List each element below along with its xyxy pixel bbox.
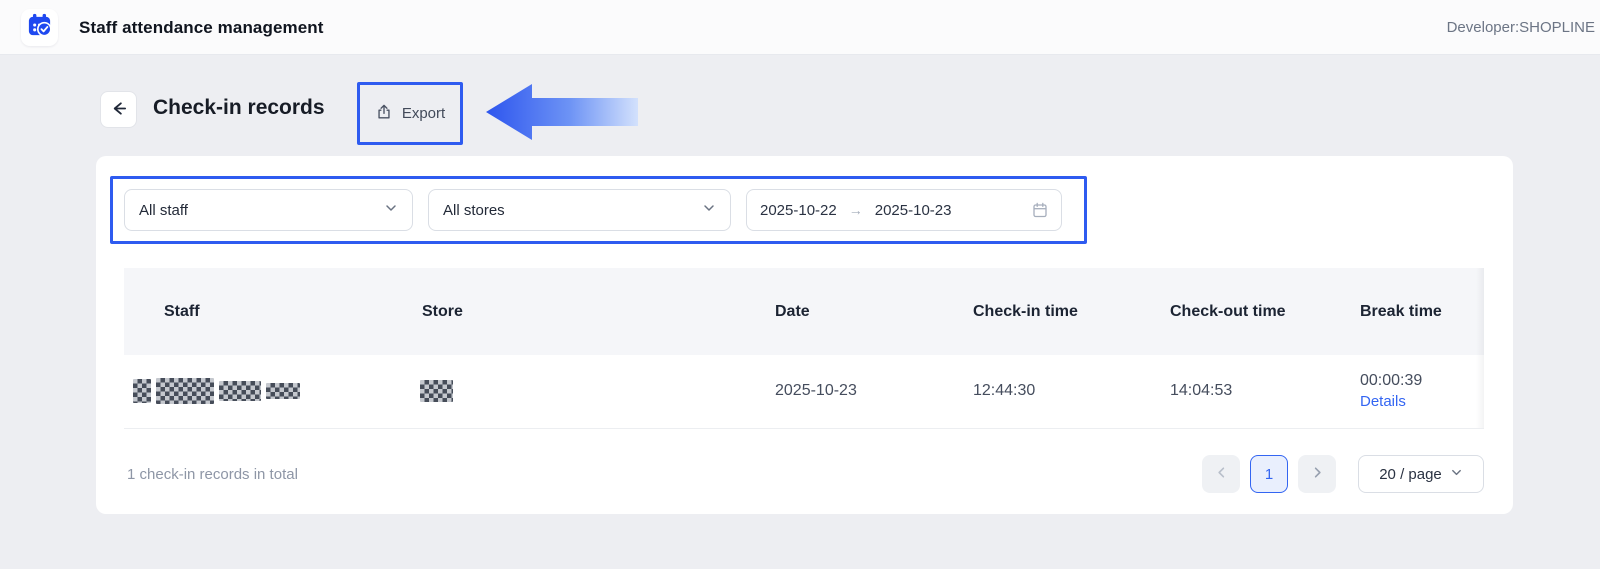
export-button-label: Export	[402, 105, 445, 122]
staff-filter-select[interactable]: All staff	[124, 189, 413, 231]
table-header-row: Staff Store Date Check-in time Check-out…	[124, 268, 1484, 355]
cell-break-time: 00:00:39	[1360, 371, 1484, 390]
annotation-box-export: Export	[357, 82, 463, 145]
store-filter-select[interactable]: All stores	[428, 189, 731, 231]
page-number-button[interactable]: 1	[1250, 455, 1288, 493]
cell-date: 2025-10-23	[755, 355, 955, 428]
table-scroll-shadow	[1476, 268, 1484, 428]
next-page-button[interactable]	[1298, 455, 1336, 493]
developer-label: Developer:SHOPLINE	[1447, 0, 1595, 55]
column-header-staff: Staff	[124, 268, 404, 355]
column-header-break: Break time	[1345, 268, 1484, 355]
column-header-check-in: Check-in time	[955, 268, 1155, 355]
topbar: Staff attendance management Developer:SH…	[0, 0, 1600, 55]
staff-filter-value: All staff	[139, 202, 188, 219]
calendar-check-icon	[26, 12, 53, 44]
page-size-select[interactable]: 20 / page	[1358, 455, 1484, 493]
details-link[interactable]: Details	[1360, 392, 1484, 411]
chevron-down-icon	[702, 201, 716, 219]
back-button[interactable]	[100, 91, 137, 128]
column-header-date: Date	[755, 268, 955, 355]
date-to-value: 2025-10-23	[875, 202, 952, 219]
app-logo	[21, 9, 58, 46]
records-card: All staff All stores 2025-10-22 → 2025-1…	[96, 156, 1513, 514]
chevron-left-icon	[1214, 465, 1229, 483]
page-title: Check-in records	[153, 96, 325, 120]
records-total-text: 1 check-in records in total	[127, 466, 298, 483]
date-range-picker[interactable]: 2025-10-22 → 2025-10-23	[746, 189, 1062, 231]
upload-icon	[375, 103, 393, 125]
cell-check-in-time: 12:44:30	[955, 355, 1155, 428]
cell-check-out-time: 14:04:53	[1155, 355, 1345, 428]
chevron-right-icon	[1310, 465, 1325, 483]
previous-page-button[interactable]	[1202, 455, 1240, 493]
check-in-records-table: Staff Store Date Check-in time Check-out…	[124, 268, 1484, 429]
arrow-left-icon	[109, 99, 128, 121]
column-header-store: Store	[404, 268, 755, 355]
table-footer: 1 check-in records in total 1 20 / page	[96, 448, 1513, 500]
store-filter-value: All stores	[443, 202, 505, 219]
annotation-arrow-export	[486, 84, 638, 145]
date-range-arrow: →	[849, 202, 863, 218]
chevron-down-icon	[384, 201, 398, 219]
chevron-down-icon	[1450, 466, 1463, 483]
column-header-check-out: Check-out time	[1155, 268, 1345, 355]
page-size-value: 20 / page	[1379, 466, 1442, 483]
export-button[interactable]: Export	[375, 103, 445, 125]
redacted-store-name	[422, 380, 755, 402]
redacted-staff-name	[133, 378, 404, 404]
app-title: Staff attendance management	[79, 0, 324, 55]
calendar-icon	[1032, 202, 1048, 218]
pagination: 1 20 / page	[1202, 455, 1484, 493]
date-from-value: 2025-10-22	[760, 202, 837, 219]
annotation-box-filters: All staff All stores 2025-10-22 → 2025-1…	[110, 176, 1087, 244]
table-row: 2025-10-23 12:44:30 14:04:53 00:00:39 De…	[124, 355, 1484, 428]
